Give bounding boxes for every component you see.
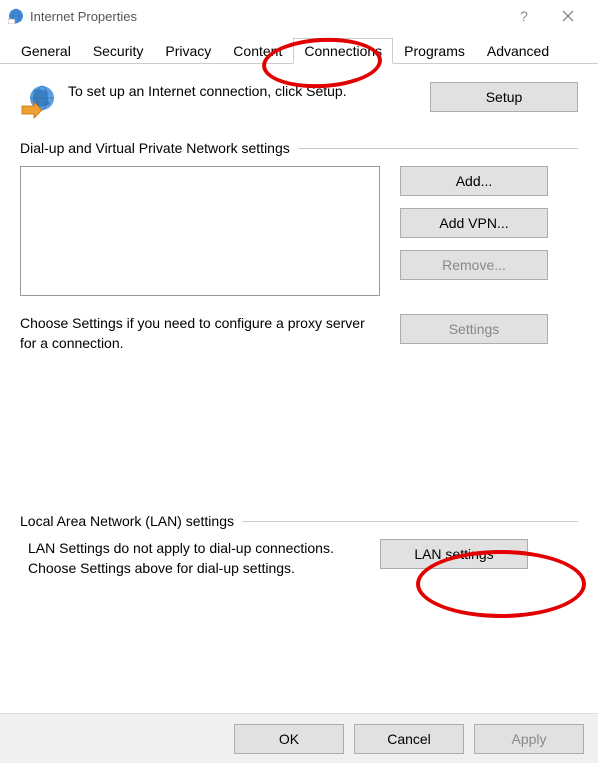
setup-description: To set up an Internet connection, click … <box>68 82 418 102</box>
add-vpn-button[interactable]: Add VPN... <box>400 208 548 238</box>
lan-settings-button[interactable]: LAN settings <box>380 539 528 569</box>
internet-options-icon <box>8 8 24 24</box>
dialup-listbox[interactable] <box>20 166 380 296</box>
close-button[interactable] <box>546 2 590 30</box>
divider <box>298 148 578 149</box>
dialog-button-bar: OK Cancel Apply <box>0 713 598 763</box>
tab-content[interactable]: Content <box>222 38 293 63</box>
tab-privacy[interactable]: Privacy <box>154 38 222 63</box>
tab-general[interactable]: General <box>10 38 82 63</box>
tab-security[interactable]: Security <box>82 38 155 63</box>
help-button[interactable]: ? <box>502 2 546 30</box>
apply-button[interactable]: Apply <box>474 724 584 754</box>
tab-content-area: To set up an Internet connection, click … <box>0 64 598 596</box>
tab-programs[interactable]: Programs <box>393 38 476 63</box>
lan-description: LAN Settings do not apply to dial-up con… <box>20 539 360 578</box>
window-title: Internet Properties <box>30 9 502 24</box>
divider <box>242 521 578 522</box>
tab-advanced[interactable]: Advanced <box>476 38 560 63</box>
add-button[interactable]: Add... <box>400 166 548 196</box>
tab-connections[interactable]: Connections <box>293 38 393 64</box>
ok-button[interactable]: OK <box>234 724 344 754</box>
cancel-button[interactable]: Cancel <box>354 724 464 754</box>
dialup-section-header: Dial-up and Virtual Private Network sett… <box>20 140 578 156</box>
setup-button[interactable]: Setup <box>430 82 578 112</box>
remove-button[interactable]: Remove... <box>400 250 548 280</box>
settings-button[interactable]: Settings <box>400 314 548 344</box>
settings-description: Choose Settings if you need to configure… <box>20 314 380 353</box>
globe-arrow-icon <box>20 84 56 120</box>
lan-section-header: Local Area Network (LAN) settings <box>20 513 578 529</box>
titlebar: Internet Properties ? <box>0 0 598 32</box>
tab-bar: General Security Privacy Content Connect… <box>0 32 598 64</box>
